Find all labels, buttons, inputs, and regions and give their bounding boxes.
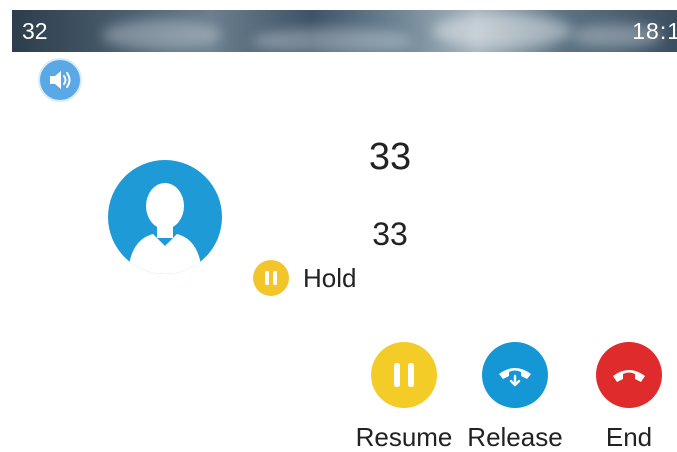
account-label: 32 <box>22 18 48 44</box>
resume-button[interactable]: Resume <box>344 342 464 452</box>
release-label: Release <box>467 422 563 452</box>
pause-icon <box>253 260 289 296</box>
pause-icon[interactable] <box>371 342 437 408</box>
release-button[interactable]: Release <box>455 342 575 452</box>
clock: 18:1 <box>632 18 677 44</box>
end-button[interactable]: End <box>569 342 677 452</box>
handset-down-icon[interactable] <box>596 342 662 408</box>
resume-label: Resume <box>355 422 453 452</box>
hold-status: Hold <box>253 258 356 298</box>
status-bar: 32 18:1 <box>12 10 677 52</box>
call-screen: 32 18:1 33 33 Hold Resume Release End <box>0 0 677 452</box>
call-state-label: Hold <box>303 262 357 293</box>
caller-name: 33 <box>368 136 412 178</box>
contact-avatar-icon <box>108 160 222 274</box>
end-label: End <box>605 422 653 452</box>
caller-number: 33 <box>372 216 408 252</box>
handset-transfer-icon[interactable] <box>482 342 548 408</box>
speaker-icon[interactable] <box>38 58 82 102</box>
screen-bezel <box>0 0 12 452</box>
